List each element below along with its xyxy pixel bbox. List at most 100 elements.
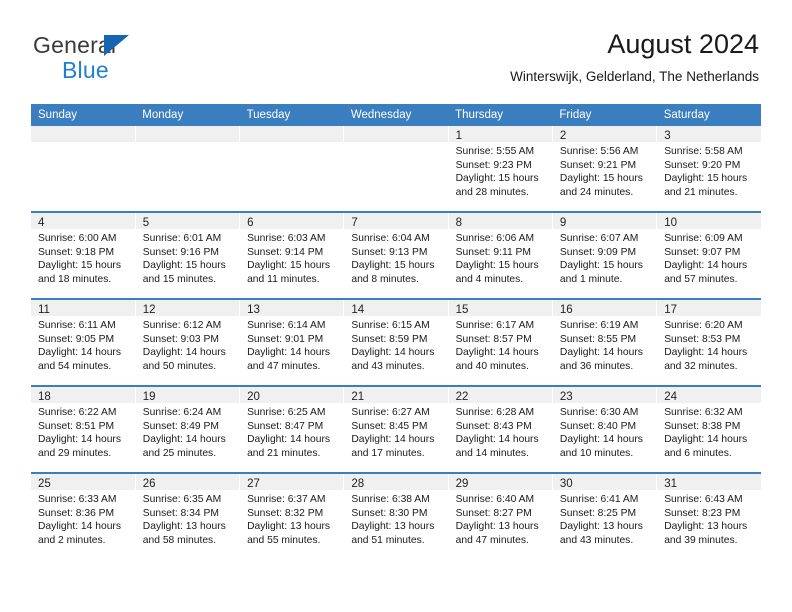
day-daylight-line1-text: Daylight: 13 hours: [664, 521, 748, 533]
day-number: 8: [448, 213, 552, 229]
day-number: 16: [552, 300, 657, 316]
day-daylight-line1-text: Daylight: 14 hours: [559, 347, 643, 359]
calendar-day-cell[interactable]: 9 Sunrise: 6:07 AM Sunset: 9:09 PM Daylight…: [552, 211, 658, 299]
title-block: August 2024 Winterswijk, Gelderland, The…: [510, 27, 759, 87]
day-sunrise-text: Sunrise: 6:15 AM: [351, 320, 430, 331]
day-daylight-line1-text: Daylight: 13 hours: [351, 521, 435, 533]
calendar-day-cell[interactable]: 2 Sunrise: 5:56 AM Sunset: 9:21 PM Daylight…: [552, 126, 658, 212]
calendar-day-cell[interactable]: 26 Sunrise: 6:35 AM Sunset: 8:34 PM Dayligh…: [135, 472, 241, 559]
day-sunset-text: Sunset: 9:21 PM: [559, 159, 637, 171]
calendar-page: General Blue August 2024 Winterswijk, Ge…: [0, 0, 792, 612]
day-number: 14: [344, 300, 448, 316]
calendar-day-cell[interactable]: 13 Sunrise: 6:14 AM Sunset: 9:01 PM Dayligh…: [239, 298, 345, 386]
calendar-day-cell[interactable]: 28 Sunrise: 6:38 AM Sunset: 8:30 PM Dayligh…: [343, 472, 449, 559]
calendar-day-cell[interactable]: 14 Sunrise: 6:15 AM Sunset: 8:59 PM Dayligh…: [343, 298, 449, 386]
day-sunset-text: Sunset: 9:18 PM: [38, 246, 115, 258]
calendar-day-cell[interactable]: 11 Sunrise: 6:11 AM Sunset: 9:05 PM Dayligh…: [31, 298, 136, 386]
calendar-day-cell[interactable]: 6 Sunrise: 6:03 AM Sunset: 9:14 PM Daylight…: [239, 211, 345, 299]
calendar-day-cell[interactable]: 16 Sunrise: 6:19 AM Sunset: 8:55 PM Dayligh…: [552, 298, 658, 386]
calendar-day-cell[interactable]: 23 Sunrise: 6:30 AM Sunset: 8:40 PM Dayligh…: [552, 385, 658, 473]
brand-logo[interactable]: General Blue: [33, 32, 233, 84]
calendar-day-cell[interactable]: 1 Sunrise: 5:55 AM Sunset: 9:23 PM Daylight…: [448, 126, 553, 212]
day-number: 17: [657, 300, 761, 316]
day-daylight-line2-text: and 14 minutes.: [455, 447, 529, 459]
day-daylight-line2-text: and 21 minutes.: [247, 447, 321, 459]
day-sunrise-text: Sunrise: 5:55 AM: [455, 146, 535, 157]
day-number: 6: [240, 213, 344, 229]
day-daylight-line2-text: and 36 minutes.: [559, 360, 634, 372]
day-sun-info: Sunrise: 6:24 AM Sunset: 8:49 PM Daylight:…: [136, 403, 239, 472]
page-subtitle: Winterswijk, Gelderland, The Netherlands: [510, 69, 759, 84]
day-sun-info: Sunrise: 6:09 AM Sunset: 9:07 PM Daylight:…: [657, 229, 761, 298]
calendar-day-cell[interactable]: 30 Sunrise: 6:41 AM Sunset: 8:25 PM Dayligh…: [552, 472, 658, 559]
calendar-day-cell[interactable]: 7 Sunrise: 6:04 AM Sunset: 9:13 PM Daylight…: [343, 211, 449, 299]
day-sun-info: Sunrise: 6:35 AM Sunset: 8:34 PM Daylight:…: [136, 490, 239, 559]
calendar-day-cell[interactable]: 17 Sunrise: 6:20 AM Sunset: 8:53 PM Dayligh…: [656, 298, 761, 386]
sunrise-sunset-calendar: Sunday Monday Tuesday Wednesday Thursday Frid…: [31, 104, 761, 559]
day-number: [135, 126, 240, 142]
day-sunset-text: Sunset: 9:11 PM: [455, 246, 531, 258]
day-sunset-text: Sunset: 8:25 PM: [559, 507, 637, 519]
calendar-day-cell[interactable]: 12 Sunrise: 6:12 AM Sunset: 9:03 PM Dayligh…: [135, 298, 241, 386]
calendar-day-cell[interactable]: 27 Sunrise: 6:37 AM Sunset: 8:32 PM Dayligh…: [239, 472, 345, 559]
day-sunrise-text: Sunrise: 6:12 AM: [142, 320, 222, 331]
calendar-day-cell[interactable]: 20 Sunrise: 6:25 AM Sunset: 8:47 PM Dayligh…: [239, 385, 345, 473]
day-sunrise-text: Sunrise: 6:11 AM: [38, 320, 116, 331]
day-daylight-line1-text: Daylight: 14 hours: [38, 347, 121, 359]
day-sun-info: Sunrise: 6:32 AM Sunset: 8:38 PM Daylight:…: [657, 403, 761, 472]
day-daylight-line2-text: and 47 minutes.: [455, 534, 529, 546]
day-sunset-text: Sunset: 8:49 PM: [142, 420, 219, 432]
day-daylight-line1-text: Daylight: 13 hours: [247, 521, 331, 533]
day-sun-info: Sunrise: 6:03 AM Sunset: 9:14 PM Daylight:…: [240, 229, 343, 298]
day-number: [31, 126, 135, 142]
calendar-day-cell[interactable]: 24 Sunrise: 6:32 AM Sunset: 8:38 PM Dayligh…: [656, 385, 761, 473]
day-daylight-line1-text: Daylight: 15 hours: [559, 173, 643, 185]
calendar-day-cell[interactable]: 19 Sunrise: 6:24 AM Sunset: 8:49 PM Dayligh…: [135, 385, 241, 473]
day-daylight-line1-text: Daylight: 14 hours: [351, 347, 435, 359]
calendar-day-cell[interactable]: 22 Sunrise: 6:28 AM Sunset: 8:43 PM Dayligh…: [448, 385, 553, 473]
day-daylight-line1-text: Daylight: 15 hours: [664, 173, 748, 185]
calendar-day-cell[interactable]: 21 Sunrise: 6:27 AM Sunset: 8:45 PM Dayligh…: [343, 385, 449, 473]
day-sun-info: Sunrise: 6:11 AM Sunset: 9:05 PM Daylight:…: [31, 316, 135, 385]
day-sunrise-text: Sunrise: 6:30 AM: [559, 407, 639, 418]
calendar-day-cell[interactable]: 10 Sunrise: 6:09 AM Sunset: 9:07 PM Dayligh…: [656, 211, 761, 299]
calendar-day-cell[interactable]: 4 Sunrise: 6:00 AM Sunset: 9:18 PM Daylight…: [31, 211, 136, 299]
day-daylight-line1-text: Daylight: 14 hours: [142, 347, 226, 359]
day-sunset-text: Sunset: 8:47 PM: [247, 420, 324, 432]
day-daylight-line2-text: and 17 minutes.: [351, 447, 425, 459]
day-number: 30: [552, 474, 657, 490]
calendar-day-cell[interactable]: 31 Sunrise: 6:43 AM Sunset: 8:23 PM Dayligh…: [656, 472, 761, 559]
calendar-day-cell[interactable]: 8 Sunrise: 6:06 AM Sunset: 9:11 PM Daylight…: [448, 211, 553, 299]
day-sunset-text: Sunset: 8:57 PM: [455, 333, 532, 345]
day-number: 9: [552, 213, 657, 229]
day-sun-info: Sunrise: 6:30 AM Sunset: 8:40 PM Daylight:…: [553, 403, 656, 472]
day-sunrise-text: Sunrise: 6:33 AM: [38, 494, 117, 505]
calendar-day-cell[interactable]: 15 Sunrise: 6:17 AM Sunset: 8:57 PM Dayligh…: [448, 298, 553, 386]
calendar-day-cell[interactable]: 29 Sunrise: 6:40 AM Sunset: 8:27 PM Dayligh…: [448, 472, 553, 559]
day-sun-info: [240, 142, 343, 211]
day-sunrise-text: Sunrise: 6:14 AM: [247, 320, 326, 331]
day-number: 21: [344, 387, 448, 403]
day-sunrise-text: Sunrise: 6:41 AM: [559, 494, 639, 505]
day-daylight-line2-text: and 4 minutes.: [455, 273, 524, 285]
calendar-day-cell[interactable]: 3 Sunrise: 5:58 AM Sunset: 9:20 PM Daylight…: [656, 126, 761, 212]
day-sun-info: Sunrise: 6:06 AM Sunset: 9:11 PM Daylight:…: [449, 229, 552, 298]
day-number: 11: [31, 300, 135, 316]
day-daylight-line1-text: Daylight: 15 hours: [247, 260, 331, 272]
day-daylight-line1-text: Daylight: 15 hours: [455, 173, 539, 185]
day-daylight-line1-text: Daylight: 14 hours: [142, 434, 226, 446]
day-sunrise-text: Sunrise: 6:00 AM: [38, 233, 117, 244]
weekday-header-monday: Monday: [135, 104, 240, 126]
calendar-day-cell[interactable]: 5 Sunrise: 6:01 AM Sunset: 9:16 PM Daylight…: [135, 211, 241, 299]
calendar-day-cell[interactable]: 25 Sunrise: 6:33 AM Sunset: 8:36 PM Dayligh…: [31, 472, 136, 559]
day-number: 3: [657, 126, 761, 142]
day-sun-info: Sunrise: 6:37 AM Sunset: 8:32 PM Daylight:…: [240, 490, 343, 559]
calendar-day-cell[interactable]: 18 Sunrise: 6:22 AM Sunset: 8:51 PM Dayligh…: [31, 385, 136, 473]
day-number: 5: [135, 213, 240, 229]
day-sunset-text: Sunset: 8:55 PM: [559, 333, 637, 345]
weekday-header-row: Sunday Monday Tuesday Wednesday Thursday Frid…: [31, 104, 761, 126]
calendar-week-row: 11 Sunrise: 6:11 AM Sunset: 9:05 PM Dayligh…: [31, 298, 761, 386]
day-daylight-line2-text: and 55 minutes.: [247, 534, 321, 546]
day-sun-info: Sunrise: 5:55 AM Sunset: 9:23 PM Daylight:…: [449, 142, 552, 211]
day-daylight-line2-text: and 24 minutes.: [559, 186, 634, 198]
